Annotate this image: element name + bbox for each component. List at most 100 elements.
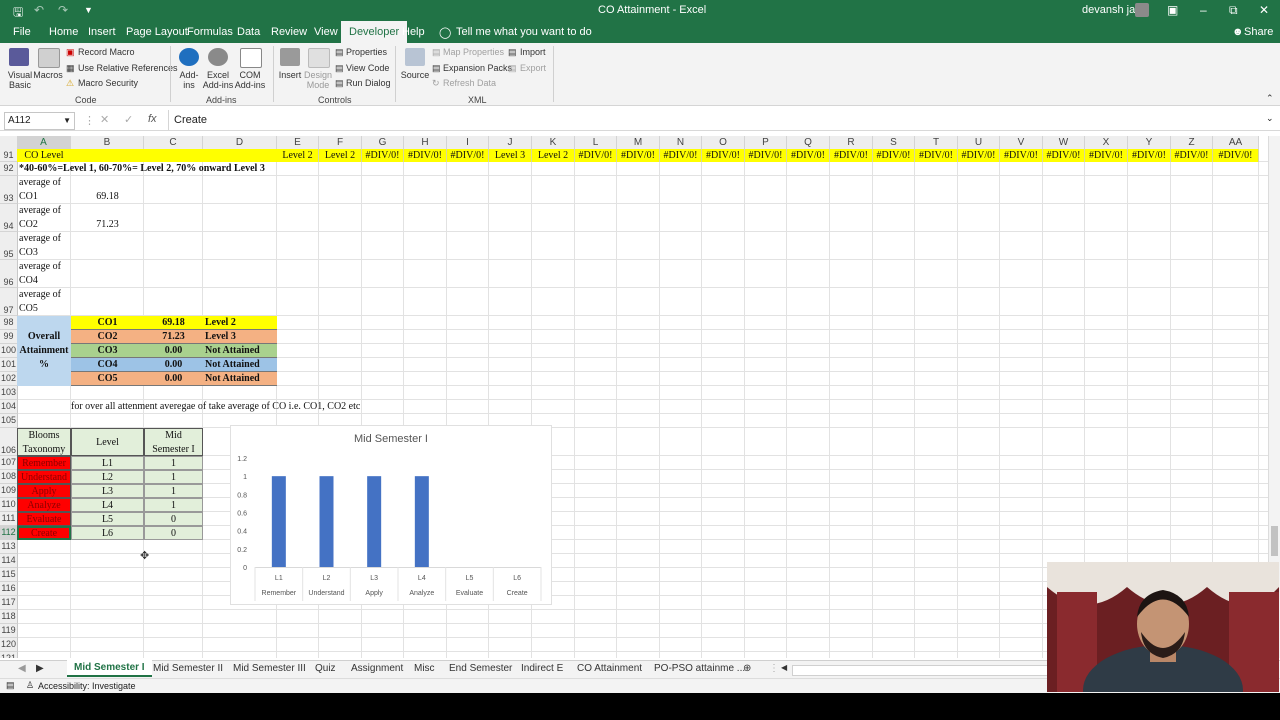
row-header[interactable]: 95 xyxy=(0,232,18,260)
cell-co-level-value[interactable]: #DIV/0! xyxy=(575,149,617,162)
cell-co-level-value[interactable]: #DIV/0! xyxy=(745,149,787,162)
column-header[interactable]: G xyxy=(362,136,404,150)
row-header[interactable]: 107 xyxy=(0,456,18,470)
sheet-tab-quiz[interactable]: Quiz xyxy=(315,663,336,674)
chevron-down-icon[interactable]: ▼ xyxy=(63,113,71,129)
cancel-icon[interactable]: ✕ xyxy=(100,113,109,126)
cell-co-attainment-level[interactable]: Level 2 xyxy=(203,316,277,330)
cell-co[interactable]: CO2 xyxy=(71,330,144,344)
row-header[interactable]: 92 xyxy=(0,162,18,176)
column-header[interactable]: E xyxy=(277,136,319,150)
row-header[interactable]: 99 xyxy=(0,330,18,344)
row-header[interactable]: 98 xyxy=(0,316,18,330)
row-header[interactable]: 121 xyxy=(0,652,18,658)
cell-average-label[interactable]: average of CO5 xyxy=(17,288,71,316)
cell[interactable] xyxy=(203,149,277,162)
sheet-tab-mid-semester-iii[interactable]: Mid Semester III xyxy=(233,663,306,674)
column-header[interactable]: C xyxy=(144,136,203,150)
tab-review[interactable]: Review xyxy=(271,26,307,38)
insert-function-button[interactable]: fx xyxy=(148,113,157,125)
tab-split-icon[interactable]: ⋮ xyxy=(769,663,779,674)
share-button[interactable]: Share xyxy=(1244,26,1273,38)
cell-blooms-value[interactable]: 1 xyxy=(144,484,203,498)
row-header[interactable]: 102 xyxy=(0,372,18,386)
cell-level-note[interactable]: *40-60%=Level 1, 60-70%= Level 2, 70% on… xyxy=(17,162,287,176)
row-header[interactable]: 109 xyxy=(0,484,18,498)
tab-home[interactable]: Home xyxy=(49,26,78,38)
cell-blooms-name[interactable]: Remember xyxy=(17,456,71,470)
cell-average-value[interactable] xyxy=(71,288,144,316)
cell-co-level-value[interactable]: #DIV/0! xyxy=(362,149,404,162)
visual-basic-icon[interactable] xyxy=(9,48,29,66)
macros-icon[interactable] xyxy=(38,48,60,68)
cell-average-label[interactable]: average of CO1 xyxy=(17,176,71,204)
accessibility-status[interactable]: Accessibility: Investigate xyxy=(38,681,136,691)
cell-blooms-name[interactable]: Analyze xyxy=(17,498,71,512)
cell-co[interactable]: CO4 xyxy=(71,358,144,372)
row-header[interactable]: 103 xyxy=(0,386,18,400)
cell-level-header[interactable]: Level xyxy=(71,428,144,456)
cell-blooms-value[interactable]: 1 xyxy=(144,470,203,484)
sheet-tab-assignment[interactable]: Assignment xyxy=(351,663,403,674)
com-addins-icon[interactable] xyxy=(240,48,262,68)
visual-basic-button[interactable]: Visual Basic xyxy=(5,70,35,90)
column-header[interactable]: L xyxy=(575,136,617,150)
row-header[interactable]: 114 xyxy=(0,554,18,568)
cell-blooms-level[interactable]: L4 xyxy=(71,498,144,512)
enter-icon[interactable]: ✓ xyxy=(124,113,133,126)
cell-blooms-value[interactable]: 0 xyxy=(144,512,203,526)
sheet-tab-indirect-e[interactable]: Indirect E xyxy=(521,663,563,674)
cell-average-value[interactable]: 71.23 xyxy=(71,204,144,232)
cell-co-level-value[interactable]: #DIV/0! xyxy=(617,149,660,162)
cell-overall-attainment[interactable]: Overall Attainment% xyxy=(17,316,71,386)
cell-blooms-value[interactable]: 1 xyxy=(144,456,203,470)
row-header[interactable]: 94 xyxy=(0,204,18,232)
cell-note-overall[interactable]: for over all attenment averegae of take … xyxy=(71,400,401,414)
row-header[interactable]: 104 xyxy=(0,400,18,414)
source-icon[interactable] xyxy=(405,48,425,66)
row-header[interactable]: 118 xyxy=(0,610,18,624)
row-header[interactable]: 97 xyxy=(0,288,18,316)
cell-co-level-value[interactable]: Level 2 xyxy=(277,149,319,162)
insert-control-icon[interactable] xyxy=(280,48,300,66)
row-header[interactable]: 111 xyxy=(0,512,18,526)
tab-data[interactable]: Data xyxy=(237,26,260,38)
tab-file[interactable]: File xyxy=(13,26,31,38)
column-header[interactable]: X xyxy=(1085,136,1128,150)
sheet-tab-co-attainment[interactable]: CO Attainment xyxy=(577,663,642,674)
design-mode-icon[interactable] xyxy=(308,48,330,68)
cell-average-value[interactable] xyxy=(71,260,144,288)
cell-average-label[interactable]: average of CO4 xyxy=(17,260,71,288)
cell-co-level-value[interactable]: #DIV/0! xyxy=(1171,149,1213,162)
row-header[interactable]: 120 xyxy=(0,638,18,652)
sheet-tab-end-semester[interactable]: End Semester xyxy=(449,663,512,674)
column-header[interactable]: T xyxy=(915,136,958,150)
column-header[interactable]: H xyxy=(404,136,447,150)
cell-co-percent[interactable]: 0.00 xyxy=(144,358,203,372)
sheet-tab-misc[interactable]: Misc xyxy=(414,663,435,674)
name-box[interactable]: A112 ▼ xyxy=(4,112,75,130)
cell-co-percent[interactable]: 71.23 xyxy=(144,330,203,344)
cell-co-level-value[interactable]: #DIV/0! xyxy=(958,149,1000,162)
cell-average-label[interactable]: average of CO3 xyxy=(17,232,71,260)
column-header[interactable]: B xyxy=(71,136,144,150)
formula-input[interactable]: Create xyxy=(174,114,207,126)
cell-average-label[interactable]: average of CO2 xyxy=(17,204,71,232)
column-header[interactable]: I xyxy=(447,136,489,150)
macro-record-icon[interactable]: ▤ xyxy=(6,680,15,691)
row-header[interactable]: 119 xyxy=(0,624,18,638)
cell-co-level-value[interactable]: #DIV/0! xyxy=(1128,149,1171,162)
cell-blooms-level[interactable]: L3 xyxy=(71,484,144,498)
cell-co-level-value[interactable]: Level 2 xyxy=(319,149,362,162)
column-header[interactable]: U xyxy=(958,136,1000,150)
column-header[interactable]: J xyxy=(489,136,532,150)
cell-co-attainment-level[interactable]: Not Attained xyxy=(203,344,277,358)
collapse-ribbon-icon[interactable]: ⌃ xyxy=(1266,93,1274,104)
tab-help[interactable]: Help xyxy=(402,26,425,38)
cell-co-level-value[interactable]: #DIV/0! xyxy=(1043,149,1085,162)
column-header[interactable]: P xyxy=(745,136,787,150)
cell-co-level-value[interactable]: #DIV/0! xyxy=(830,149,873,162)
expansion-packs-button[interactable]: Expansion Packs xyxy=(443,63,512,73)
column-header[interactable]: S xyxy=(873,136,915,150)
cell-co-level-value[interactable]: #DIV/0! xyxy=(873,149,915,162)
